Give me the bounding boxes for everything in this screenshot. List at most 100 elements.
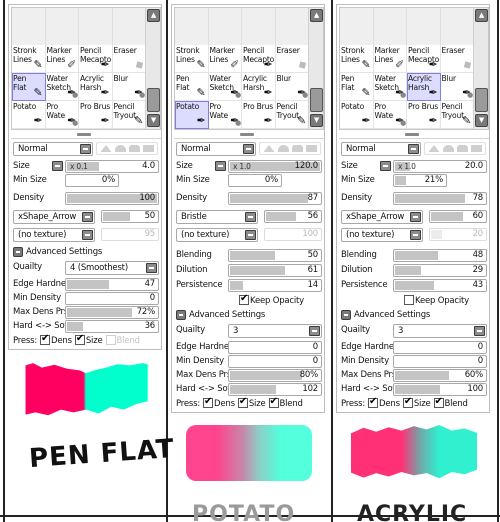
- chevron-down-icon[interactable]: [408, 144, 419, 154]
- empty-preset-slot[interactable]: [340, 8, 374, 45]
- brush-preset-cell[interactable]: Stronk Lines ✎: [175, 45, 209, 73]
- chevron-down-icon[interactable]: [82, 230, 93, 240]
- checkbox[interactable]: [239, 293, 249, 305]
- empty-preset-slot[interactable]: [209, 8, 242, 45]
- shape-strength-slider[interactable]: 60: [429, 210, 487, 223]
- preset-scrollbar[interactable]: ▲ ▼: [308, 8, 323, 129]
- brush-preset-cell[interactable]: Water Sketch ✒ ●: [208, 73, 242, 101]
- brush-shape-option-2[interactable]: [114, 145, 126, 152]
- hard-soft-slider[interactable]: 100: [393, 383, 487, 396]
- brush-preset-cell[interactable]: Potato ✒: [340, 101, 374, 129]
- brush-shape-dropdown[interactable]: xShape_Arrow: [13, 210, 95, 224]
- chevron-down-icon[interactable]: [80, 144, 91, 154]
- shape-strength-slider[interactable]: 56: [264, 210, 322, 223]
- brush-preset-cell[interactable]: Eraser ◆: [440, 45, 474, 73]
- empty-preset-slot[interactable]: [12, 8, 46, 45]
- scroll-thumb[interactable]: [475, 88, 488, 112]
- brush-preset-cell[interactable]: Pen Flat ✎: [12, 73, 46, 101]
- texture-dropdown[interactable]: (no texture): [341, 228, 423, 242]
- scroll-down-button[interactable]: ▼: [475, 114, 488, 127]
- press-blend-checkbox[interactable]: [433, 396, 444, 408]
- brush-preset-cell[interactable]: Eraser ◆: [275, 45, 309, 73]
- size-slider[interactable]: x 1.0 20.0: [393, 160, 487, 173]
- chevron-down-icon[interactable]: [146, 263, 157, 273]
- texture-strength-slider[interactable]: 95: [101, 228, 159, 241]
- scroll-thumb[interactable]: [147, 88, 160, 112]
- brush-preset-cell[interactable]: Pencil Tryout ✎: [112, 101, 146, 129]
- brush-shape-option-4[interactable]: [305, 145, 317, 152]
- empty-preset-slot[interactable]: [46, 8, 79, 45]
- brush-preset-cell[interactable]: Stronk Lines ✎: [12, 45, 46, 73]
- persistence-slider[interactable]: 43: [393, 279, 487, 292]
- press-dens-checkbox[interactable]: [368, 396, 379, 408]
- brush-shape-option-3[interactable]: [291, 145, 303, 152]
- collapse-icon[interactable]: [13, 247, 23, 257]
- brush-preset-cell[interactable]: Pro Brus ✒: [242, 101, 276, 129]
- empty-preset-slot[interactable]: [113, 8, 146, 45]
- dilution-slider[interactable]: 29: [393, 264, 487, 277]
- brush-shape-selector[interactable]: [259, 142, 321, 155]
- size-multiplier-dropdown[interactable]: [380, 161, 391, 171]
- brush-preset-cell[interactable]: Stronk Lines ✎: [340, 45, 374, 73]
- brush-preset-cell[interactable]: Blur ✒ ●: [275, 73, 309, 101]
- scroll-down-button[interactable]: ▼: [147, 114, 160, 127]
- keep-opacity-checkbox[interactable]: Keep Opacity: [401, 295, 469, 306]
- brush-preset-cell[interactable]: Acrylic Harsh ✒: [242, 73, 276, 101]
- scroll-up-button[interactable]: ▲: [310, 9, 323, 22]
- keep-opacity-checkbox[interactable]: Keep Opacity: [236, 293, 304, 306]
- brush-preset-cell[interactable]: Blur ✒ ●: [440, 73, 474, 101]
- min-density-slider[interactable]: 0: [65, 292, 159, 305]
- blend-mode-dropdown[interactable]: Normal: [176, 142, 256, 156]
- blending-slider[interactable]: 50: [228, 249, 322, 262]
- hard-soft-slider[interactable]: 102: [228, 383, 322, 396]
- brush-preset-cell[interactable]: Pencil Mecapto ✒: [407, 45, 441, 73]
- panel-resize-grip[interactable]: [405, 133, 419, 136]
- collapse-icon[interactable]: [341, 310, 351, 320]
- hard-soft-slider[interactable]: 36: [65, 320, 159, 333]
- blend-mode-dropdown[interactable]: Normal: [341, 142, 421, 156]
- size-multiplier-dropdown[interactable]: [52, 161, 63, 171]
- brush-shape-option-1[interactable]: [428, 145, 440, 152]
- chevron-down-icon[interactable]: [243, 144, 254, 154]
- panel-resize-grip[interactable]: [240, 133, 254, 136]
- brush-shape-option-1[interactable]: [100, 145, 112, 152]
- size-slider[interactable]: x 0.1 4.0: [65, 160, 159, 173]
- brush-preset-cell[interactable]: Marker Lines ✐: [208, 45, 242, 73]
- min-size-slider[interactable]: 0%: [228, 174, 282, 187]
- brush-preset-cell[interactable]: Pro Wate ✒ ●: [208, 101, 242, 129]
- brush-preset-cell[interactable]: Marker Lines ✐: [45, 45, 79, 73]
- brush-preset-cell[interactable]: Pencil Tryout ✎: [440, 101, 474, 129]
- brush-shape-option-1[interactable]: [263, 145, 275, 152]
- brush-preset-cell[interactable]: Water Sketch ✒ ●: [45, 73, 79, 101]
- edge-hardness-slider[interactable]: 0: [393, 341, 487, 354]
- chevron-down-icon[interactable]: [309, 326, 320, 336]
- min-size-slider[interactable]: 0%: [65, 174, 119, 187]
- brush-preset-cell[interactable]: Pencil Mecapto ✒: [242, 45, 276, 73]
- press-dens-checkbox[interactable]: [203, 396, 214, 408]
- brush-preset-cell[interactable]: Pro Wate ✒ ●: [373, 101, 407, 129]
- persistence-slider[interactable]: 14: [228, 279, 322, 292]
- max-dens-prs-slider[interactable]: 80%: [228, 369, 322, 382]
- max-dens-prs-slider[interactable]: 60%: [393, 369, 487, 382]
- brush-preset-cell[interactable]: Blur ✒ ●: [112, 73, 146, 101]
- chevron-down-icon[interactable]: [245, 212, 256, 222]
- brush-shape-dropdown[interactable]: xShape_Arrow: [341, 210, 423, 224]
- scroll-thumb[interactable]: [310, 88, 323, 112]
- brush-preset-cell[interactable]: Pencil Mecapto ✒: [79, 45, 113, 73]
- texture-dropdown[interactable]: (no texture): [176, 228, 258, 242]
- density-slider[interactable]: 78: [393, 192, 487, 205]
- min-density-slider[interactable]: 0: [393, 355, 487, 368]
- empty-preset-slot[interactable]: [276, 8, 309, 45]
- brush-preset-cell[interactable]: Pro Wate ✒ ●: [45, 101, 79, 129]
- edge-hardness-slider[interactable]: 0: [228, 341, 322, 354]
- quality-dropdown[interactable]: 3: [393, 324, 487, 338]
- density-slider[interactable]: 87: [228, 192, 322, 205]
- brush-preset-cell[interactable]: Pen Flat ✎: [340, 73, 374, 101]
- brush-shape-dropdown[interactable]: Bristle: [176, 210, 258, 224]
- brush-shape-option-2[interactable]: [442, 145, 454, 152]
- brush-shape-option-3[interactable]: [456, 145, 468, 152]
- preset-scrollbar[interactable]: ▲ ▼: [473, 8, 488, 129]
- brush-preset-cell[interactable]: Water Sketch ✒ ●: [373, 73, 407, 101]
- press-blend-checkbox[interactable]: [268, 396, 279, 408]
- size-slider[interactable]: x 1.0 120.0: [228, 160, 322, 173]
